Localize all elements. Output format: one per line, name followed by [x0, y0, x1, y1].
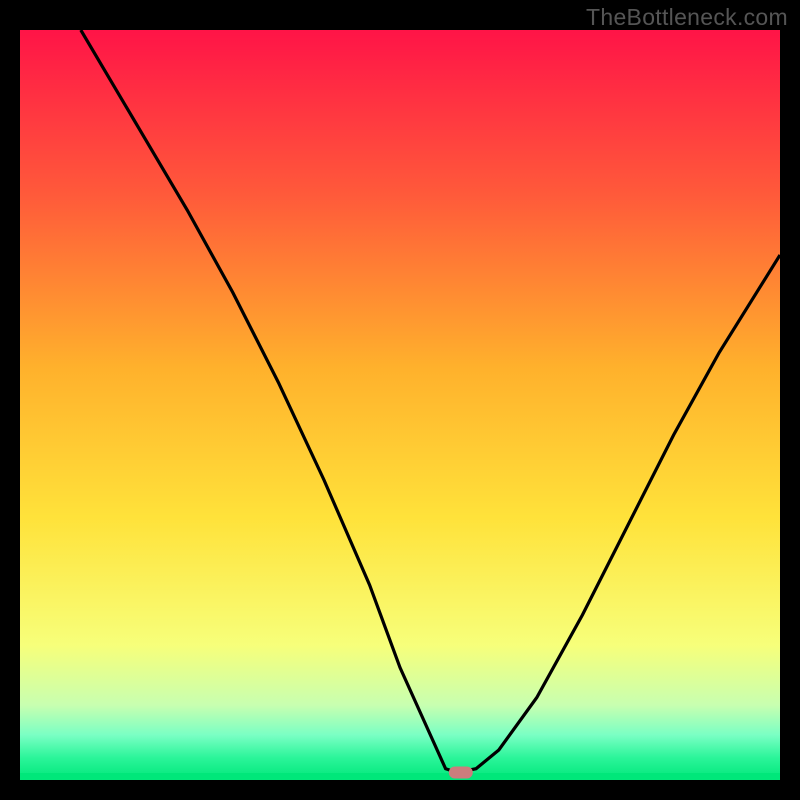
- plot-area: [20, 30, 780, 780]
- chart-frame: TheBottleneck.com: [0, 0, 800, 800]
- watermark-text: TheBottleneck.com: [586, 4, 788, 31]
- chart-svg: [20, 30, 780, 780]
- marker-pill: [449, 767, 473, 779]
